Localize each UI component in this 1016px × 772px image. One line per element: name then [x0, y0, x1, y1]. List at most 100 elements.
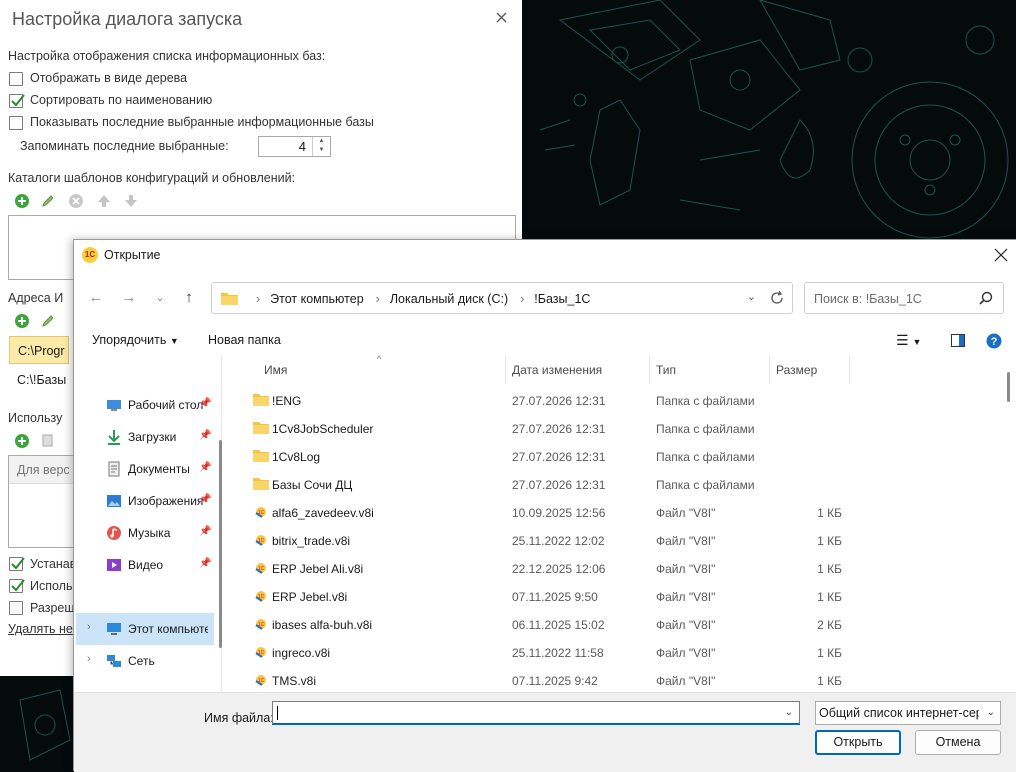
address-row[interactable]: C:\Progr — [9, 336, 69, 364]
nav-label: Загрузки — [128, 430, 177, 444]
use-checkbox[interactable] — [9, 579, 25, 593]
v8i-file-icon: 1С — [255, 591, 266, 602]
file-date: 27.07.2026 12:31 — [512, 394, 606, 408]
nav-item-desktop[interactable]: Рабочий стол 📌 — [76, 389, 214, 421]
nav-item-this-pc[interactable]: › Этот компьютер — [76, 613, 214, 645]
svg-text:1С: 1С — [258, 594, 265, 600]
nav-label: Музыка — [128, 526, 171, 540]
nav-label: Рабочий стол — [128, 398, 204, 412]
address-dropdown-icon[interactable]: ⌄ — [747, 290, 756, 303]
tree-checkbox[interactable] — [9, 72, 23, 86]
dropdown-icon: ▼ — [169, 336, 179, 346]
nav-item-video[interactable]: Видео 📌 — [76, 549, 214, 581]
pin-icon: 📌 — [199, 558, 212, 569]
cancel-button[interactable]: Отмена — [915, 730, 1001, 755]
file-row[interactable]: 1С bitrix_trade.v8i 25.11.2022 12:02 Файл "… — [244, 526, 844, 554]
address-row[interactable]: C:\!Базы — [9, 366, 69, 394]
filetype-select[interactable]: Общий список интернет-серверов ⌄ — [815, 701, 1001, 725]
file-row[interactable]: 1С alfa6_zavedeev.v8i 10.09.2025 12:56 Файл… — [244, 498, 844, 526]
sort-indicator-icon: ^ — [377, 354, 382, 364]
expand-chevron-icon[interactable]: › — [87, 621, 91, 633]
refresh-icon[interactable] — [770, 291, 784, 305]
close-icon[interactable] — [993, 247, 1009, 263]
breadcrumb-item[interactable]: Локальный диск (C:) — [390, 292, 508, 306]
install-checkbox[interactable] — [9, 557, 25, 571]
column-divider[interactable] — [649, 356, 650, 384]
nav-item-network[interactable]: › Сеть — [76, 645, 214, 677]
breadcrumb-item[interactable]: !Базы_1С — [534, 292, 590, 306]
file-size: 1 КБ — [817, 562, 842, 576]
svg-text:1С: 1С — [258, 538, 265, 544]
file-row[interactable]: 1С ERP Jebel.v8i 07.11.2025 9:50 Файл "V8I"… — [244, 582, 844, 610]
move-down-icon[interactable] — [123, 193, 139, 209]
delete-link[interactable]: Удалять не — [8, 622, 73, 636]
delete-icon[interactable] — [68, 193, 84, 209]
organize-menu[interactable]: Упорядочить ▼ — [92, 333, 179, 347]
recent-label: Показывать последние выбранные информаци… — [30, 115, 374, 129]
network-icon — [107, 655, 121, 667]
spin-down-icon[interactable]: ▼ — [313, 146, 330, 155]
versions-table[interactable]: Для верс — [8, 455, 74, 548]
column-divider[interactable] — [769, 356, 770, 384]
organize-label: Упорядочить — [92, 333, 167, 347]
file-row[interactable]: 1С TMS.v8i 07.11.2025 9:42 Файл "V8I" 1 КБ — [244, 666, 844, 694]
sort-checkbox[interactable] — [9, 94, 25, 108]
move-up-icon[interactable] — [96, 193, 112, 209]
checkmark-icon — [11, 557, 25, 570]
file-name: Базы Сочи ДЦ — [272, 478, 353, 492]
edit-address-icon[interactable] — [40, 313, 56, 329]
new-folder-button[interactable]: Новая папка — [208, 333, 281, 347]
preview-pane-icon[interactable] — [951, 334, 965, 347]
close-icon[interactable] — [494, 10, 510, 26]
column-divider[interactable] — [849, 356, 850, 384]
allow-label: Разреш — [30, 601, 75, 615]
file-row[interactable]: 1Cv8Log 27.07.2026 12:31 Папка с файлами — [244, 442, 844, 470]
back-arrow-icon[interactable]: ← — [86, 289, 106, 307]
column-size[interactable]: Размер — [776, 363, 817, 377]
pin-icon: 📌 — [199, 398, 212, 409]
add-icon[interactable] — [14, 193, 30, 209]
nav-item-pictures[interactable]: Изображения 📌 — [76, 485, 214, 517]
forward-arrow-icon[interactable]: → — [119, 289, 139, 307]
edit-icon[interactable] — [40, 193, 56, 209]
column-name[interactable]: Имя — [264, 363, 287, 377]
column-divider[interactable] — [505, 356, 506, 384]
nav-item-downloads[interactable]: Загрузки 📌 — [76, 421, 214, 453]
chevron-down-icon[interactable]: ⌄ — [785, 707, 793, 718]
nav-item-documents[interactable]: Документы 📌 — [76, 453, 214, 485]
filetype-value: Общий список интернет-серверов — [819, 706, 979, 720]
recent-chevron-icon[interactable]: ⌄ — [150, 291, 170, 309]
remember-spinner[interactable]: 4 ▲ ▼ — [258, 136, 331, 157]
file-row[interactable]: 1С ingreco.v8i 25.11.2022 11:58 Файл "V8I" 1… — [244, 638, 844, 666]
nav-scrollbar[interactable] — [219, 440, 222, 648]
file-row[interactable]: 1С ibases alfa-buh.v8i 06.11.2025 15:02 Фай… — [244, 610, 844, 638]
up-arrow-icon[interactable]: ↑ — [179, 289, 199, 307]
v8i-file-icon: 1С — [255, 647, 266, 658]
column-type[interactable]: Тип — [656, 363, 676, 377]
add-address-icon[interactable] — [14, 313, 30, 329]
open-button[interactable]: Открыть — [815, 730, 901, 755]
file-row[interactable]: !ENG 27.07.2026 12:31 Папка с файлами — [244, 386, 844, 414]
search-input[interactable]: Поиск в: !Базы_1С — [804, 282, 1004, 314]
add-version-icon[interactable] — [14, 433, 30, 449]
address-bar[interactable]: › Этот компьютер › Локальный диск (C:) › !Баз… — [211, 282, 793, 314]
use-label: Исполь — [30, 579, 73, 593]
install-label: Устанав — [30, 557, 77, 571]
search-placeholder: Поиск в: !Базы_1С — [814, 292, 922, 306]
bottom-bar: Имя файла: ⌄ Общий список интернет-серве… — [74, 692, 1016, 772]
column-date[interactable]: Дата изменения — [512, 363, 602, 377]
spin-up-icon[interactable]: ▲ — [313, 137, 330, 146]
recent-checkbox[interactable] — [9, 116, 23, 130]
file-row[interactable]: Базы Сочи ДЦ 27.07.2026 12:31 Папка с файл… — [244, 470, 844, 498]
help-icon[interactable]: ? — [986, 333, 1002, 349]
file-list-scrollbar[interactable] — [1007, 372, 1010, 402]
copy-version-icon[interactable] — [40, 433, 56, 449]
file-row[interactable]: 1С ERP Jebel Ali.v8i 22.12.2025 12:06 Файл … — [244, 554, 844, 582]
view-options-icon[interactable]: ☰ ▼ — [896, 332, 921, 349]
breadcrumb-item[interactable]: Этот компьютер — [270, 292, 363, 306]
allow-checkbox[interactable] — [9, 601, 23, 615]
file-row[interactable]: 1Cv8JobScheduler 27.07.2026 12:31 Папка с … — [244, 414, 844, 442]
expand-chevron-icon[interactable]: › — [87, 653, 91, 665]
filename-input[interactable]: ⌄ — [272, 701, 800, 725]
nav-item-music[interactable]: Музыка 📌 — [76, 517, 214, 549]
